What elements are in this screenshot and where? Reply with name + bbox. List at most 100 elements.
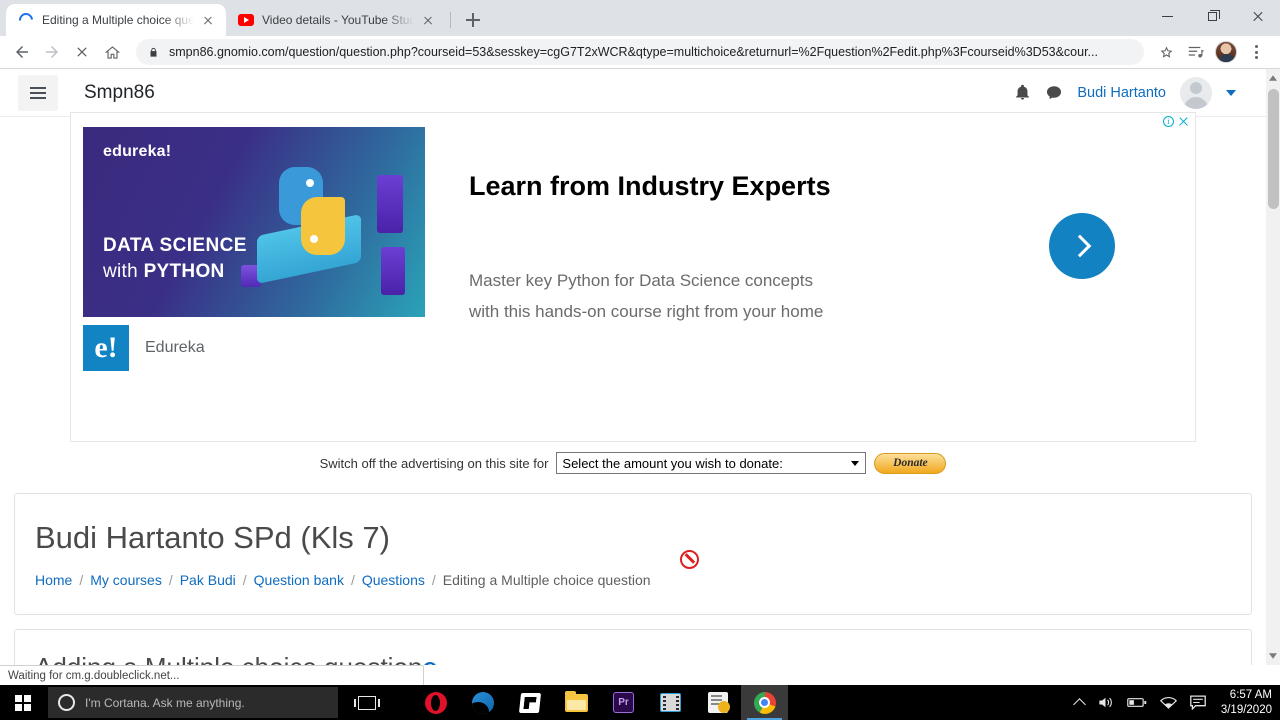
system-tray: 6:57 AM 3/19/2020 xyxy=(1072,688,1280,718)
avatar[interactable] xyxy=(1180,76,1212,109)
scroll-down-arrow-icon[interactable] xyxy=(1267,649,1279,663)
task-view-button[interactable] xyxy=(344,685,390,720)
breadcrumb-item-my-courses[interactable]: My courses xyxy=(90,572,162,588)
bell-icon[interactable] xyxy=(1014,84,1031,101)
file-converter-icon xyxy=(707,692,730,713)
tab-close-icon[interactable] xyxy=(200,12,216,28)
chevron-down-icon[interactable] xyxy=(1226,89,1236,96)
breadcrumb-item-home[interactable]: Home xyxy=(35,572,72,588)
navbar-right: Budi Hartanto xyxy=(1014,76,1266,109)
screen: Editing a Multiple choice question Video… xyxy=(0,0,1280,720)
donate-bar: Switch off the advertising on this site … xyxy=(0,452,1266,474)
battery-icon[interactable] xyxy=(1127,696,1147,709)
donate-button[interactable]: Donate xyxy=(874,452,947,474)
file-converter-taskbar-button[interactable] xyxy=(694,685,741,720)
adchoices-controls: i xyxy=(1163,116,1189,127)
donate-select-value: Select the amount you wish to donate: xyxy=(562,455,783,471)
browser-tab-active[interactable]: Editing a Multiple choice question xyxy=(6,4,226,36)
video-editor-icon xyxy=(660,693,681,712)
message-bubble-icon[interactable] xyxy=(1045,84,1063,102)
info-icon[interactable]: i xyxy=(1163,116,1174,127)
wifi-icon[interactable] xyxy=(1159,696,1177,710)
close-window-button[interactable] xyxy=(1235,0,1280,32)
no-entry-cursor-icon xyxy=(676,546,703,573)
advertisement-banner[interactable]: i edureka! DATA SCIENCE with PYTHON e! E… xyxy=(70,112,1196,442)
taskbar-clock[interactable]: 6:57 AM 3/19/2020 xyxy=(1219,688,1272,718)
breadcrumb-item-pak-budi[interactable]: Pak Budi xyxy=(180,572,236,588)
site-name[interactable]: Smpn86 xyxy=(84,82,155,104)
reading-list-icon[interactable] xyxy=(1182,38,1210,66)
task-view-icon xyxy=(354,695,380,710)
edureka-logo-icon: e! xyxy=(83,325,129,371)
three-dot-menu-icon[interactable] xyxy=(1242,38,1270,66)
show-hidden-icons-icon[interactable] xyxy=(1072,697,1086,711)
microsoft-store-taskbar-button[interactable] xyxy=(506,685,553,720)
forward-icon xyxy=(38,38,66,66)
minimize-button[interactable] xyxy=(1145,0,1190,32)
browser-titlebar: Editing a Multiple choice question Video… xyxy=(0,0,1280,36)
ad-cta-button[interactable] xyxy=(1049,213,1115,279)
file-explorer-taskbar-button[interactable] xyxy=(553,685,600,720)
page-title: Budi Hartanto SPd (Kls 7) xyxy=(35,520,390,555)
chevron-down-icon xyxy=(851,461,860,466)
page-header-card: Budi Hartanto SPd (Kls 7) Home / My cour… xyxy=(14,493,1252,615)
scroll-up-arrow-icon[interactable] xyxy=(1267,71,1279,85)
stop-loading-icon[interactable] xyxy=(68,38,96,66)
close-ad-icon[interactable] xyxy=(1178,116,1189,127)
volume-icon[interactable] xyxy=(1097,695,1114,710)
ad-body-text: Master key Python for Data Science conce… xyxy=(469,265,823,327)
video-editor-taskbar-button[interactable] xyxy=(647,685,694,720)
microsoft-store-icon xyxy=(518,692,541,713)
chrome-icon xyxy=(753,691,776,714)
scrollbar-thumb[interactable] xyxy=(1268,89,1279,209)
url-text: smpn86.gnomio.com/question/question.php?… xyxy=(169,45,1098,59)
cortana-placeholder: I'm Cortana. Ask me anything. xyxy=(85,695,245,710)
file-explorer-icon xyxy=(565,690,588,712)
profile-avatar[interactable] xyxy=(1212,38,1240,66)
tab-title: Editing a Multiple choice question xyxy=(42,13,194,27)
breadcrumb-separator: / xyxy=(79,572,84,588)
taskbar-app-buttons: Pr xyxy=(412,685,788,720)
ad-advertiser-name: Edureka xyxy=(145,339,205,356)
window-controls xyxy=(1145,0,1280,32)
ad-brand-name: edureka! xyxy=(103,143,172,160)
premiere-pro-taskbar-button[interactable]: Pr xyxy=(600,685,647,720)
breadcrumb-item-current: Editing a Multiple choice question xyxy=(442,572,651,588)
tab-title: Video details - YouTube Studio xyxy=(262,13,414,27)
back-icon[interactable] xyxy=(8,38,36,66)
breadcrumb-item-question-bank[interactable]: Question bank xyxy=(254,572,344,588)
hamburger-icon[interactable] xyxy=(18,74,58,111)
lock-icon xyxy=(148,46,159,59)
tab-close-icon[interactable] xyxy=(420,12,436,28)
action-center-icon[interactable] xyxy=(1189,695,1206,710)
opera-icon xyxy=(424,691,447,714)
browser-toolbar: smpn86.gnomio.com/question/question.php?… xyxy=(0,36,1280,68)
ad-image-line1: DATA SCIENCE xyxy=(103,235,247,256)
chrome-taskbar-button[interactable] xyxy=(741,685,788,720)
tab-strip: Editing a Multiple choice question Video… xyxy=(6,4,487,36)
ad-advertiser-row: e! Edureka xyxy=(83,325,205,371)
donate-amount-select[interactable]: Select the amount you wish to donate: xyxy=(556,452,867,474)
star-icon[interactable] xyxy=(1152,38,1180,66)
moodle-navbar: Smpn86 Budi Hartanto xyxy=(0,69,1266,117)
maximize-button[interactable] xyxy=(1190,0,1235,32)
clock-date: 3/19/2020 xyxy=(1220,703,1272,716)
breadcrumb-separator: / xyxy=(431,572,436,588)
user-name[interactable]: Budi Hartanto xyxy=(1077,85,1166,101)
ad-body-line2: with this hands-on course right from you… xyxy=(469,302,824,321)
ad-headline: Learn from Industry Experts xyxy=(469,171,831,201)
opera-taskbar-button[interactable] xyxy=(412,685,459,720)
browser-tab-youtube[interactable]: Video details - YouTube Studio xyxy=(226,4,446,36)
help-icon[interactable]: ? xyxy=(423,662,438,665)
home-icon[interactable] xyxy=(98,38,126,66)
address-bar[interactable]: smpn86.gnomio.com/question/question.php?… xyxy=(136,39,1144,65)
edge-taskbar-button[interactable] xyxy=(459,685,506,720)
clock-time: 6:57 AM xyxy=(1229,688,1272,701)
python-illustration-icon xyxy=(217,147,407,307)
page-scrollbar[interactable] xyxy=(1266,69,1280,665)
breadcrumb-item-questions[interactable]: Questions xyxy=(362,572,425,588)
cortana-search-box[interactable]: I'm Cortana. Ask me anything. xyxy=(48,687,338,718)
start-button[interactable] xyxy=(0,685,46,720)
ad-image-line2: with PYTHON xyxy=(103,261,225,282)
new-tab-button[interactable] xyxy=(459,6,487,34)
